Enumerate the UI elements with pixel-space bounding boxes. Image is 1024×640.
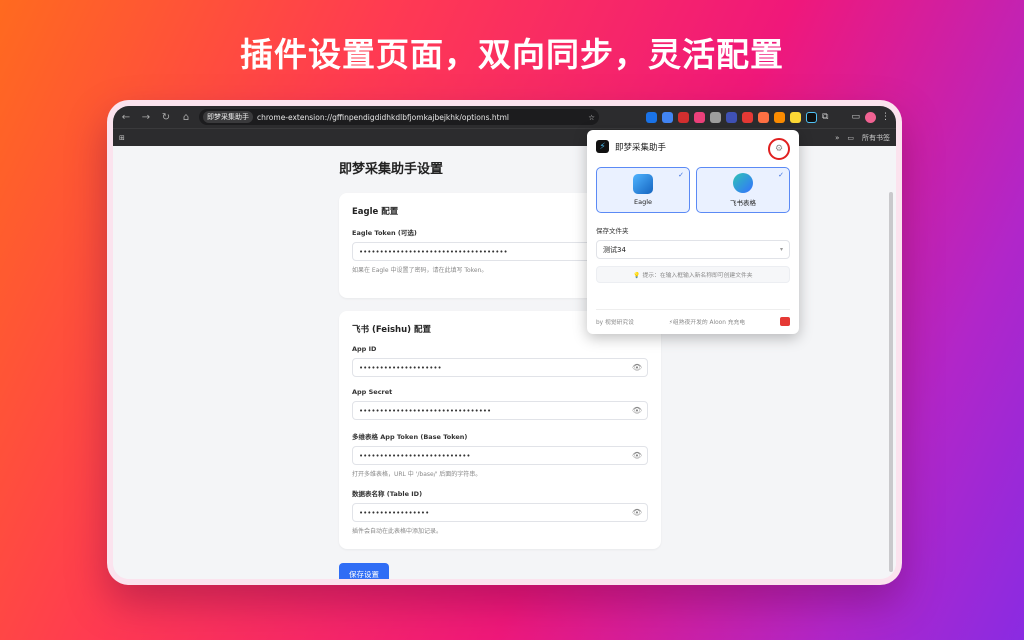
puzzle-icon[interactable]: ⧉ [822,112,828,122]
extension-icon[interactable] [662,111,674,123]
eye-icon[interactable]: 👁 [632,363,642,372]
table-id-value: ••••••••••••••••• [359,508,430,517]
eagle-token-value: •••••••••••••••••••••••••••••••••••• [359,247,508,256]
extension-icon[interactable] [790,111,802,123]
extension-icon[interactable] [694,111,706,123]
more-bookmarks-icon[interactable]: » [835,134,839,142]
address-bar[interactable]: 即梦采集助手 chrome-extension://gffinpendigdid… [199,109,599,125]
app-secret-label: App Secret [352,388,393,396]
eye-icon[interactable]: 👁 [632,508,642,517]
sidepanel-icon[interactable]: ▭ [851,112,860,122]
app-secret-value: •••••••••••••••••••••••••••••••• [359,406,492,415]
base-token-input[interactable]: ••••••••••••••••••••••••••• 👁 [352,446,648,465]
headline: 插件设置页面，双向同步，灵活配置 [240,35,784,74]
extension-icon[interactable] [742,111,754,123]
app-id-value: •••••••••••••••••••• [359,363,442,372]
footer-charge-link[interactable]: ⚡组熟夜开发的 Aloon 充充电 [669,317,745,326]
settings-button[interactable]: ⚙ [768,138,790,160]
eagle-app-icon [633,174,653,194]
extension-icon[interactable] [710,111,722,123]
folder-select[interactable]: 测试34 ▾ [596,240,790,259]
browser-toolbar: ← → ↻ ⌂ 即梦采集助手 chrome-extension://gffinp… [113,106,896,128]
back-icon[interactable]: ← [119,112,133,123]
gear-icon: ⚙ [774,144,784,154]
popup-header: ⚡ 即梦采集助手 [596,140,790,153]
lightning-logo-icon: ⚡ [596,140,609,153]
table-id-hint: 插件会自动在此表格中添加记录。 [352,528,443,535]
menu-icon[interactable]: ⋮ [881,112,890,122]
base-token-value: ••••••••••••••••••••••••••• [359,451,471,460]
eye-icon[interactable]: 👁 [632,406,642,415]
chevron-down-icon: ▾ [779,246,783,253]
all-bookmarks[interactable]: 所有书签 [862,133,890,143]
xiaohongshu-icon[interactable] [780,317,790,326]
bookmark-star-icon[interactable]: ☆ [588,113,595,122]
device-frame: ← → ↻ ⌂ 即梦采集助手 chrome-extension://gffinp… [107,100,902,585]
extension-icon[interactable] [678,111,690,123]
popup-footer: by 视觉研究设 ⚡组熟夜开发的 Aloon 充充电 [596,309,790,326]
target-feishu[interactable]: ✓ 飞书表格 [696,167,790,213]
extension-icon[interactable] [646,111,658,123]
sync-targets: ✓ Eagle ✓ 飞书表格 [596,167,790,213]
target-eagle[interactable]: ✓ Eagle [596,167,690,213]
avatar[interactable] [865,111,876,123]
app-id-input[interactable]: •••••••••••••••••••• 👁 [352,358,648,377]
folder-label: 保存文件夹 [596,227,629,235]
jimeng-extension-icon[interactable] [806,111,818,123]
table-id-input[interactable]: ••••••••••••••••• 👁 [352,503,648,522]
base-token-label: 多维表格 App Token (Base Token) [352,433,468,441]
app-secret-input[interactable]: •••••••••••••••••••••••••••••••• 👁 [352,401,648,420]
scrollbar[interactable] [889,192,893,572]
apps-icon[interactable]: ⊞ [119,134,125,142]
home-icon[interactable]: ⌂ [179,112,193,123]
url-text: chrome-extension://gffinpendigdidhkdlbfj… [257,112,509,122]
check-icon: ✓ [678,171,684,179]
target-eagle-label: Eagle [633,198,653,206]
feishu-app-icon [733,173,753,193]
folder-tip: 💡 提示：在输入框输入新名称即可创建文件夹 [596,266,790,283]
folder-value: 测试34 [603,245,626,254]
feishu-card: 飞书 (Feishu) 配置 App ID ••••••••••••••••••… [339,311,661,549]
extension-icon[interactable] [726,111,738,123]
base-token-hint: 打开多维表格，URL 中 '/base/' 后面的字符串。 [352,471,482,478]
site-chip[interactable]: 即梦采集助手 [203,111,253,123]
reload-icon[interactable]: ↻ [159,112,173,123]
extension-icon[interactable] [774,111,786,123]
extension-icon[interactable] [758,111,770,123]
check-icon: ✓ [778,171,784,179]
app-id-label: App ID [352,345,377,353]
save-button[interactable]: 保存设置 [339,563,389,579]
eye-icon[interactable]: 👁 [632,451,642,460]
table-id-label: 数据表名称 (Table ID) [352,490,423,498]
extension-bar: ⧉ ▭ ⋮ [646,111,890,123]
popup-title: 即梦采集助手 [615,142,667,153]
folder-icon: ▭ [847,133,854,142]
target-feishu-label: 飞书表格 [730,199,756,207]
footer-author: by 视觉研究设 [596,320,634,326]
extension-popup: ⚡ 即梦采集助手 ⚙ ✓ Eagle ✓ 飞书表格 保存文件夹 测试34 ▾ 💡… [587,130,799,334]
forward-icon[interactable]: → [139,112,153,123]
browser-window: ← → ↻ ⌂ 即梦采集助手 chrome-extension://gffinp… [113,106,896,579]
